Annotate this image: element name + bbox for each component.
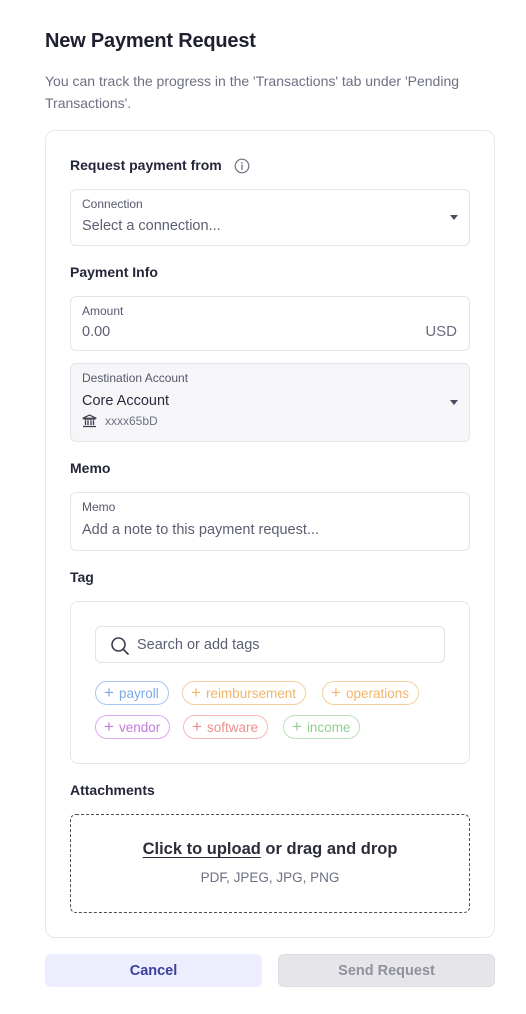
tag-box: Search or add tags + payroll + reimburse… bbox=[70, 601, 470, 764]
connection-label: Connection bbox=[82, 197, 143, 211]
connection-placeholder: Select a connection... bbox=[82, 218, 221, 234]
chevron-down-icon bbox=[450, 400, 458, 405]
upload-instructions: Click to upload or drag and drop bbox=[71, 840, 469, 859]
tag-section-label: Tag bbox=[70, 569, 94, 585]
account-number-row: xxxx65bD bbox=[82, 414, 158, 428]
plus-icon: + bbox=[292, 717, 302, 736]
tag-chip-label: payroll bbox=[118, 685, 159, 701]
attachments-section-label: Attachments bbox=[70, 782, 155, 798]
upload-rest-text: or drag and drop bbox=[265, 840, 398, 858]
plus-icon: + bbox=[192, 717, 202, 736]
account-number: xxxx65bD bbox=[105, 414, 158, 428]
tag-chip-label: vendor bbox=[118, 719, 161, 735]
send-request-button[interactable]: Send Request bbox=[278, 954, 495, 987]
chevron-down-icon bbox=[450, 215, 458, 220]
info-icon[interactable] bbox=[234, 158, 250, 174]
plus-icon: + bbox=[331, 683, 341, 702]
amount-field[interactable]: Amount 0.00 USD bbox=[70, 296, 470, 351]
plus-icon: + bbox=[104, 683, 114, 702]
plus-icon: + bbox=[104, 717, 114, 736]
upload-link[interactable]: Click to upload bbox=[143, 840, 261, 858]
tag-chip-label: operations bbox=[345, 685, 409, 701]
destination-account-label: Destination Account bbox=[82, 371, 189, 385]
bank-icon bbox=[82, 414, 97, 428]
currency-label: USD bbox=[425, 323, 457, 340]
connection-select[interactable]: Connection Select a connection... bbox=[70, 189, 470, 246]
search-icon bbox=[111, 637, 129, 655]
page-subtitle: You can track the progress in the 'Trans… bbox=[45, 73, 460, 111]
tag-chip-label: reimbursement bbox=[205, 685, 296, 701]
tag-chip-operations[interactable]: + operations bbox=[322, 681, 419, 705]
tag-chip-reimbursement[interactable]: + reimbursement bbox=[182, 681, 306, 705]
file-dropzone[interactable]: Click to upload or drag and drop PDF, JP… bbox=[70, 814, 470, 913]
tag-search-placeholder: Search or add tags bbox=[137, 637, 260, 653]
upload-formats: PDF, JPEG, JPG, PNG bbox=[200, 870, 340, 885]
tag-chip-income[interactable]: + income bbox=[283, 715, 361, 739]
cancel-button[interactable]: Cancel bbox=[45, 954, 262, 987]
amount-label: Amount bbox=[82, 304, 124, 318]
tag-chip-software[interactable]: + software bbox=[183, 715, 268, 739]
destination-account-select[interactable]: Destination Account Core Account xxxx65b… bbox=[70, 363, 470, 442]
tag-chip-label: income bbox=[306, 719, 351, 735]
request-from-label: Request payment from bbox=[70, 157, 222, 173]
tag-chip-label: software bbox=[206, 719, 258, 735]
page-title: New Payment Request bbox=[45, 30, 256, 52]
tag-search-input[interactable]: Search or add tags bbox=[95, 626, 445, 663]
plus-icon: + bbox=[191, 683, 201, 702]
amount-input[interactable]: 0.00 bbox=[82, 324, 110, 340]
memo-input[interactable]: Add a note to this payment request... bbox=[82, 522, 319, 538]
tag-chip-vendor[interactable]: + vendor bbox=[95, 715, 171, 739]
tag-chip-payroll[interactable]: + payroll bbox=[95, 681, 169, 705]
destination-account-value: Core Account bbox=[82, 393, 170, 409]
memo-field-label: Memo bbox=[82, 500, 116, 514]
payment-info-label: Payment Info bbox=[70, 264, 158, 280]
memo-field[interactable]: Memo Add a note to this payment request.… bbox=[70, 492, 470, 551]
memo-section-label: Memo bbox=[70, 460, 111, 476]
